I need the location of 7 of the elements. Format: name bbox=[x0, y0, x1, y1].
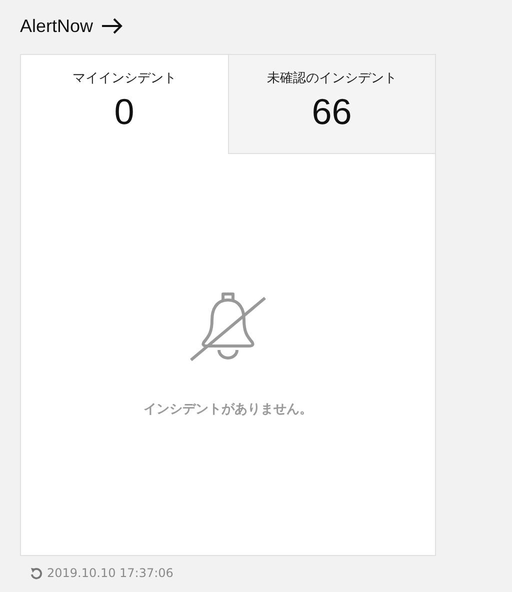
bell-off-icon bbox=[187, 290, 269, 362]
empty-message: インシデントがありません。 bbox=[144, 401, 312, 418]
incident-tab[interactable]: 未確認のインシデント 66 bbox=[228, 55, 435, 154]
arrow-right-icon[interactable] bbox=[101, 18, 124, 34]
refresh-icon[interactable] bbox=[30, 566, 43, 580]
widget-title: AlertNow bbox=[20, 16, 94, 36]
updated-timestamp: 2019.10.10 17:37:06 bbox=[47, 566, 174, 580]
